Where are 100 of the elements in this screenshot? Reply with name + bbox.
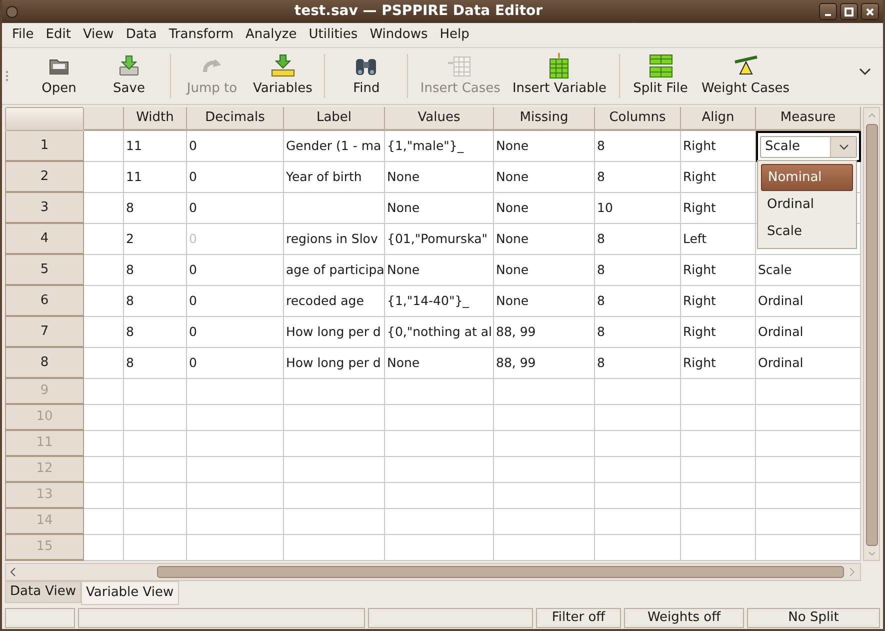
row-header[interactable]: 7 (5, 317, 84, 348)
row-header[interactable]: 8 (5, 348, 84, 379)
table-cell (124, 535, 187, 561)
table-cell-text: None (496, 292, 529, 310)
table-cell-text: None (387, 168, 420, 186)
column-header[interactable]: Missing (494, 107, 595, 131)
menu-item[interactable]: Scale (761, 218, 853, 245)
close-button[interactable] (861, 3, 879, 20)
tab[interactable]: Variable View (81, 581, 179, 605)
maximize-button[interactable] (840, 3, 858, 20)
minimize-button[interactable] (819, 3, 837, 20)
table-cell-text: Right (683, 198, 716, 217)
toolbar-button[interactable]: Variables (247, 48, 318, 104)
table-cell-text: None (496, 168, 529, 186)
row-header[interactable]: 5 (5, 255, 84, 286)
table-cell (84, 431, 124, 457)
table-cell (124, 431, 187, 457)
row-header[interactable]: 1 (5, 131, 84, 162)
table-cell-text: 8 (597, 292, 605, 310)
column-header[interactable]: Measure (756, 107, 861, 131)
column-header (84, 107, 124, 131)
vertical-scrollbar[interactable] (863, 107, 880, 561)
table-cell-text: 0 (189, 168, 197, 186)
table-cell-text: How long per d (286, 322, 381, 341)
table-cell-text: regions in Slov (286, 230, 378, 248)
chevron-down-icon[interactable] (859, 68, 871, 76)
table-cell-text: None (387, 260, 420, 279)
toolbar-button[interactable]: Open (24, 48, 94, 104)
table-cell (84, 379, 124, 405)
table-cell-text: 11 (126, 136, 142, 155)
menu-item[interactable]: Help (434, 25, 476, 45)
table-cell-text: Ordinal (757, 354, 804, 372)
menu-item[interactable]: View (76, 25, 120, 45)
table-cell-text: 0 (189, 136, 197, 155)
split-grid-icon (648, 53, 674, 80)
table-cell-text: Ordinal (757, 322, 804, 341)
table-cell-text: Right (683, 136, 716, 155)
menu-item[interactable]: Edit (40, 25, 77, 45)
table-cell-text: None (387, 198, 420, 217)
menu-item[interactable]: File (6, 25, 40, 45)
table-cell-text: None (496, 136, 529, 155)
column-header[interactable]: Columns (595, 107, 681, 131)
column-header[interactable]: Width (124, 107, 187, 131)
table-cell-text: Right (683, 168, 716, 186)
status-bar-field: Filter off (536, 608, 621, 628)
window-menu-icon[interactable] (6, 6, 18, 18)
table-cell (124, 457, 187, 483)
table-cell-text: 8 (597, 354, 605, 372)
table-cell-text: Right (683, 322, 716, 341)
table-cell-text: {1,"14-40"}_ (387, 292, 469, 310)
toolbar-button[interactable]: Find (331, 48, 402, 104)
table-cell-text: 88, 99 (496, 354, 536, 372)
tab[interactable]: Data View (5, 581, 82, 603)
menu-item[interactable]: Utilities (302, 25, 364, 45)
horizontal-scrollbar[interactable] (5, 563, 861, 581)
minimize-icon (825, 14, 831, 16)
toolbar-button[interactable]: Insert Variable (506, 48, 612, 104)
menu-item[interactable]: Data (120, 25, 163, 45)
column-header[interactable]: Values (385, 107, 494, 131)
table-cell-text: None (387, 354, 420, 372)
table-cell-text: 8 (126, 260, 134, 279)
menu-item[interactable]: Windows (364, 25, 434, 45)
table-cell-text: 8 (597, 168, 605, 186)
menu-item[interactable]: Analyze (240, 25, 303, 45)
row-header[interactable]: 6 (5, 286, 84, 317)
menu-item[interactable]: Transform (162, 25, 240, 45)
arrow-down-icon (270, 53, 296, 80)
toolbar-button[interactable]: Split File (626, 48, 696, 104)
measure-combo-box[interactable]: Scale (760, 136, 857, 158)
table-cell-text: {01,"Pomurska" (387, 230, 488, 248)
toolbar-button[interactable]: Save (94, 48, 164, 104)
table-cell-text: 0 (189, 230, 197, 248)
row-header[interactable]: 2 (5, 162, 84, 193)
table-cell-text: age of participa (286, 260, 384, 279)
menu-item[interactable]: Nominal (761, 164, 853, 191)
table-cell (124, 509, 187, 535)
table-cell-text: Year of birth (286, 168, 362, 186)
table-cell-text: 8 (126, 292, 134, 310)
chevron-down-icon[interactable] (830, 136, 856, 156)
table-cell (84, 457, 124, 483)
menu-item[interactable]: Ordinal (761, 191, 853, 218)
status-bar-field: Weights off (624, 608, 744, 628)
column-header[interactable]: Decimals (187, 107, 284, 131)
column-header[interactable]: Align (681, 107, 756, 131)
table-cell-text: {0,"nothing at al (387, 322, 492, 341)
corner-button[interactable] (5, 107, 84, 131)
table-cell-text: Left (683, 230, 707, 248)
table-cell-text: None (496, 198, 529, 217)
table-cell-text: 88, 99 (496, 322, 536, 341)
table-cell-text: Right (683, 260, 716, 279)
table-cell-text: 0 (189, 260, 197, 279)
table-cell (84, 535, 124, 561)
row-header[interactable]: 3 (5, 193, 84, 224)
row-header[interactable]: 4 (5, 224, 84, 255)
table-cell-text: Right (683, 354, 716, 372)
toolbar-button[interactable]: Weight Cases (696, 48, 796, 104)
table-cell-text: 11 (126, 168, 142, 186)
table-cell (124, 405, 187, 431)
table-cell-text: 8 (597, 136, 605, 155)
column-header[interactable]: Label (284, 107, 385, 131)
